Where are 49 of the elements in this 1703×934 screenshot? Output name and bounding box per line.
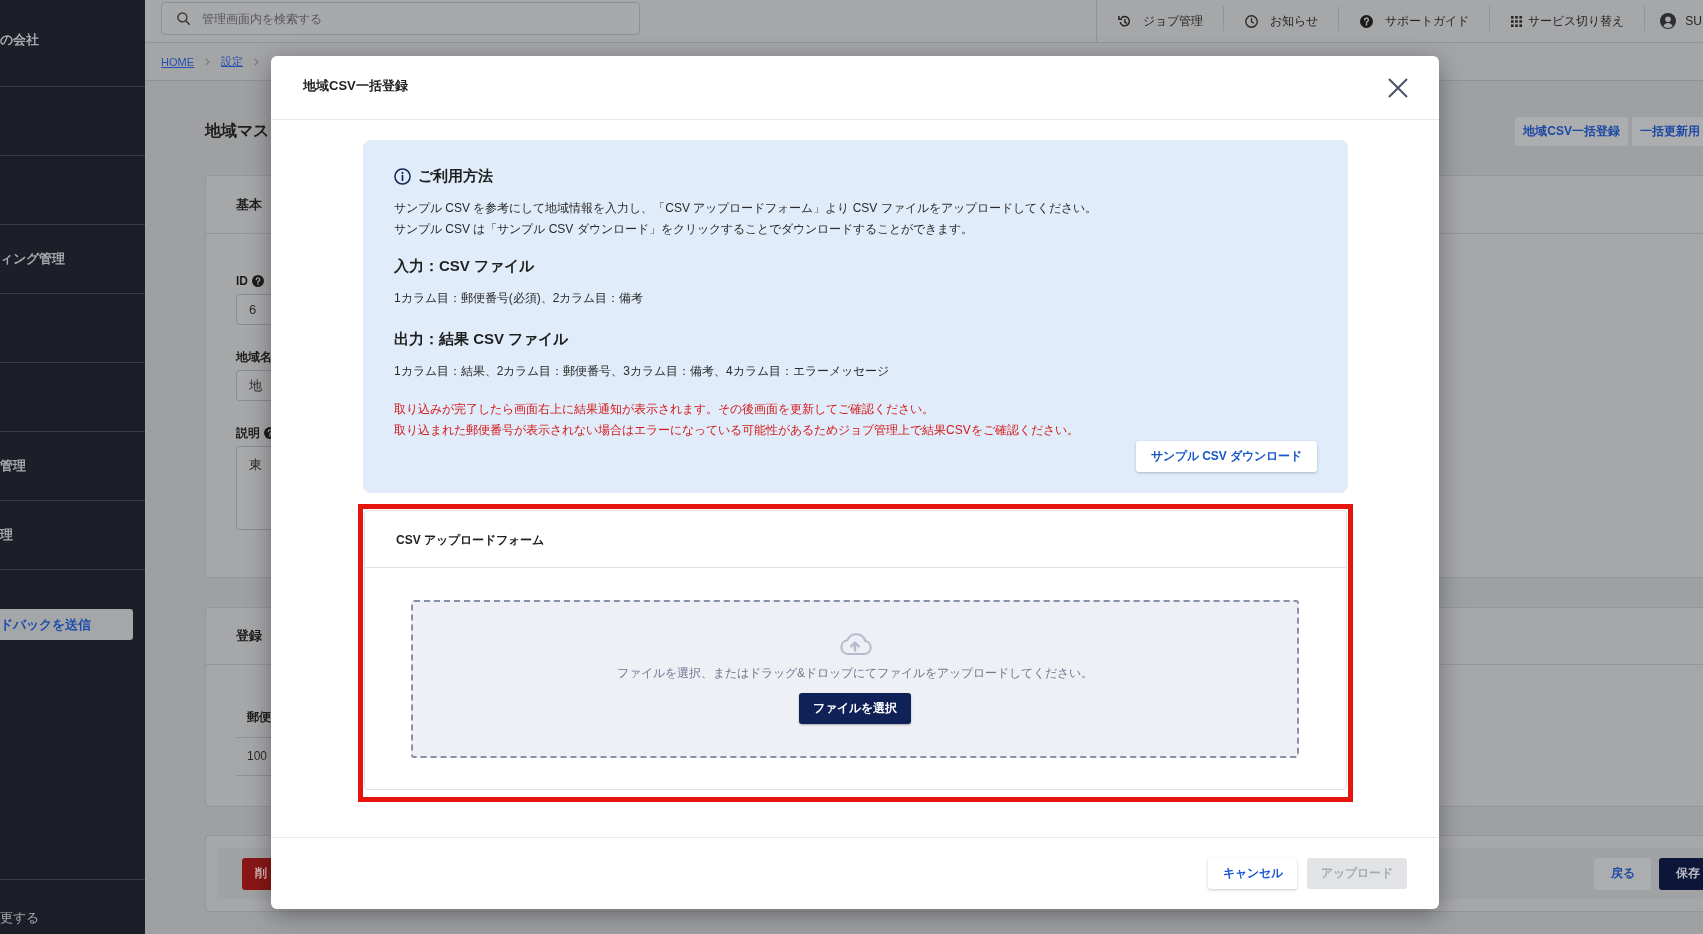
card-title: 登録 (236, 627, 262, 645)
user-menu[interactable]: SU (1645, 0, 1703, 42)
nav-link[interactable]: サービス切り替え (1490, 0, 1645, 42)
nav-link[interactable]: サポートガイド (1339, 0, 1490, 42)
clock-icon (1245, 14, 1259, 28)
search-field[interactable]: 管理画面内を検索する (161, 2, 640, 35)
nav-link[interactable]: ジョブ管理 (1097, 0, 1224, 42)
drop-hint: ファイルを選択、またはドラッグ&ドロップにてファイルをアップロードしてください。 (617, 665, 1093, 681)
sidebar-item[interactable]: ィング管理 (0, 250, 65, 268)
field-label: 説明 (236, 424, 260, 442)
drop-zone[interactable]: ファイルを選択、またはドラッグ&ドロップにてファイルをアップロードしてください。 ファイルを選択 (411, 600, 1299, 758)
card-title: 基本 (236, 195, 262, 214)
section-heading: 入力：CSV ファイル (394, 256, 535, 276)
instruction-text: サンプル CSV は「サンプル CSV ダウンロード」をクリックすることでダウンロードすることができます。 (394, 221, 974, 238)
close-icon (1388, 77, 1408, 98)
chevron-icon (205, 57, 210, 66)
nav-link[interactable]: お知らせ (1224, 0, 1339, 42)
grid-icon (1511, 15, 1523, 27)
download-button[interactable]: サンプル CSV ダウンロード (1136, 441, 1317, 472)
page-action-button[interactable]: 一括更新用 (1632, 117, 1703, 146)
search-icon (177, 12, 190, 25)
chevron-icon (254, 57, 259, 66)
field-label: ID (236, 274, 248, 288)
column-description: 1カラム目：結果、2カラム目：郵便番号、3カラム目：備考、4カラム目：エラーメッセージ (394, 363, 890, 380)
cancel-button[interactable]: キャンセル (1208, 858, 1297, 889)
column-description: 1カラム目：郵便番号(必須)、2カラム目：備考 (394, 290, 645, 307)
sidebar-item[interactable]: の会社 (0, 31, 39, 49)
card-title: CSV アップロードフォーム (396, 532, 544, 549)
page-action-button[interactable]: 地域CSV一括登録 (1515, 117, 1628, 146)
sidebar-item[interactable]: 更する (0, 909, 39, 927)
avatar-icon (1660, 13, 1677, 29)
section-heading: 出力：結果 CSV ファイル (394, 329, 570, 349)
help-icon (1360, 14, 1374, 28)
save-button[interactable]: 保存 (1659, 857, 1703, 890)
sidebar-item[interactable]: 管理 (0, 457, 26, 475)
sidebar-item[interactable]: 理 (0, 526, 13, 544)
select-file-button[interactable]: ファイルを選択 (799, 693, 911, 724)
dialog-title: 地域CSV一括登録 (303, 76, 408, 95)
field-label: 地域名 (236, 348, 272, 366)
back-button[interactable]: 戻る (1594, 857, 1651, 890)
page-title: 地域マス (205, 121, 269, 141)
usage-heading: ご利用方法 (418, 166, 493, 186)
close-button[interactable] (1388, 77, 1408, 98)
history-icon (1118, 14, 1132, 28)
instruction-text: サンプル CSV を参考にして地域情報を入力し、「CSV アップロードフォーム」より CSV ファイルをアップロードしてください。 (394, 200, 1098, 217)
info-icon (394, 167, 411, 185)
warning-text: 取り込みが完了したら画面右上に結果通知が表示されます。その後画面を更新してご確認ください。 (394, 401, 935, 418)
cloud-upload-icon (838, 633, 872, 655)
warning-text: 取り込まれた郵便番号が表示されない場合はエラーになっている可能性があるためジョブ管理上で結果CSVをご確認ください。 (394, 422, 1080, 439)
